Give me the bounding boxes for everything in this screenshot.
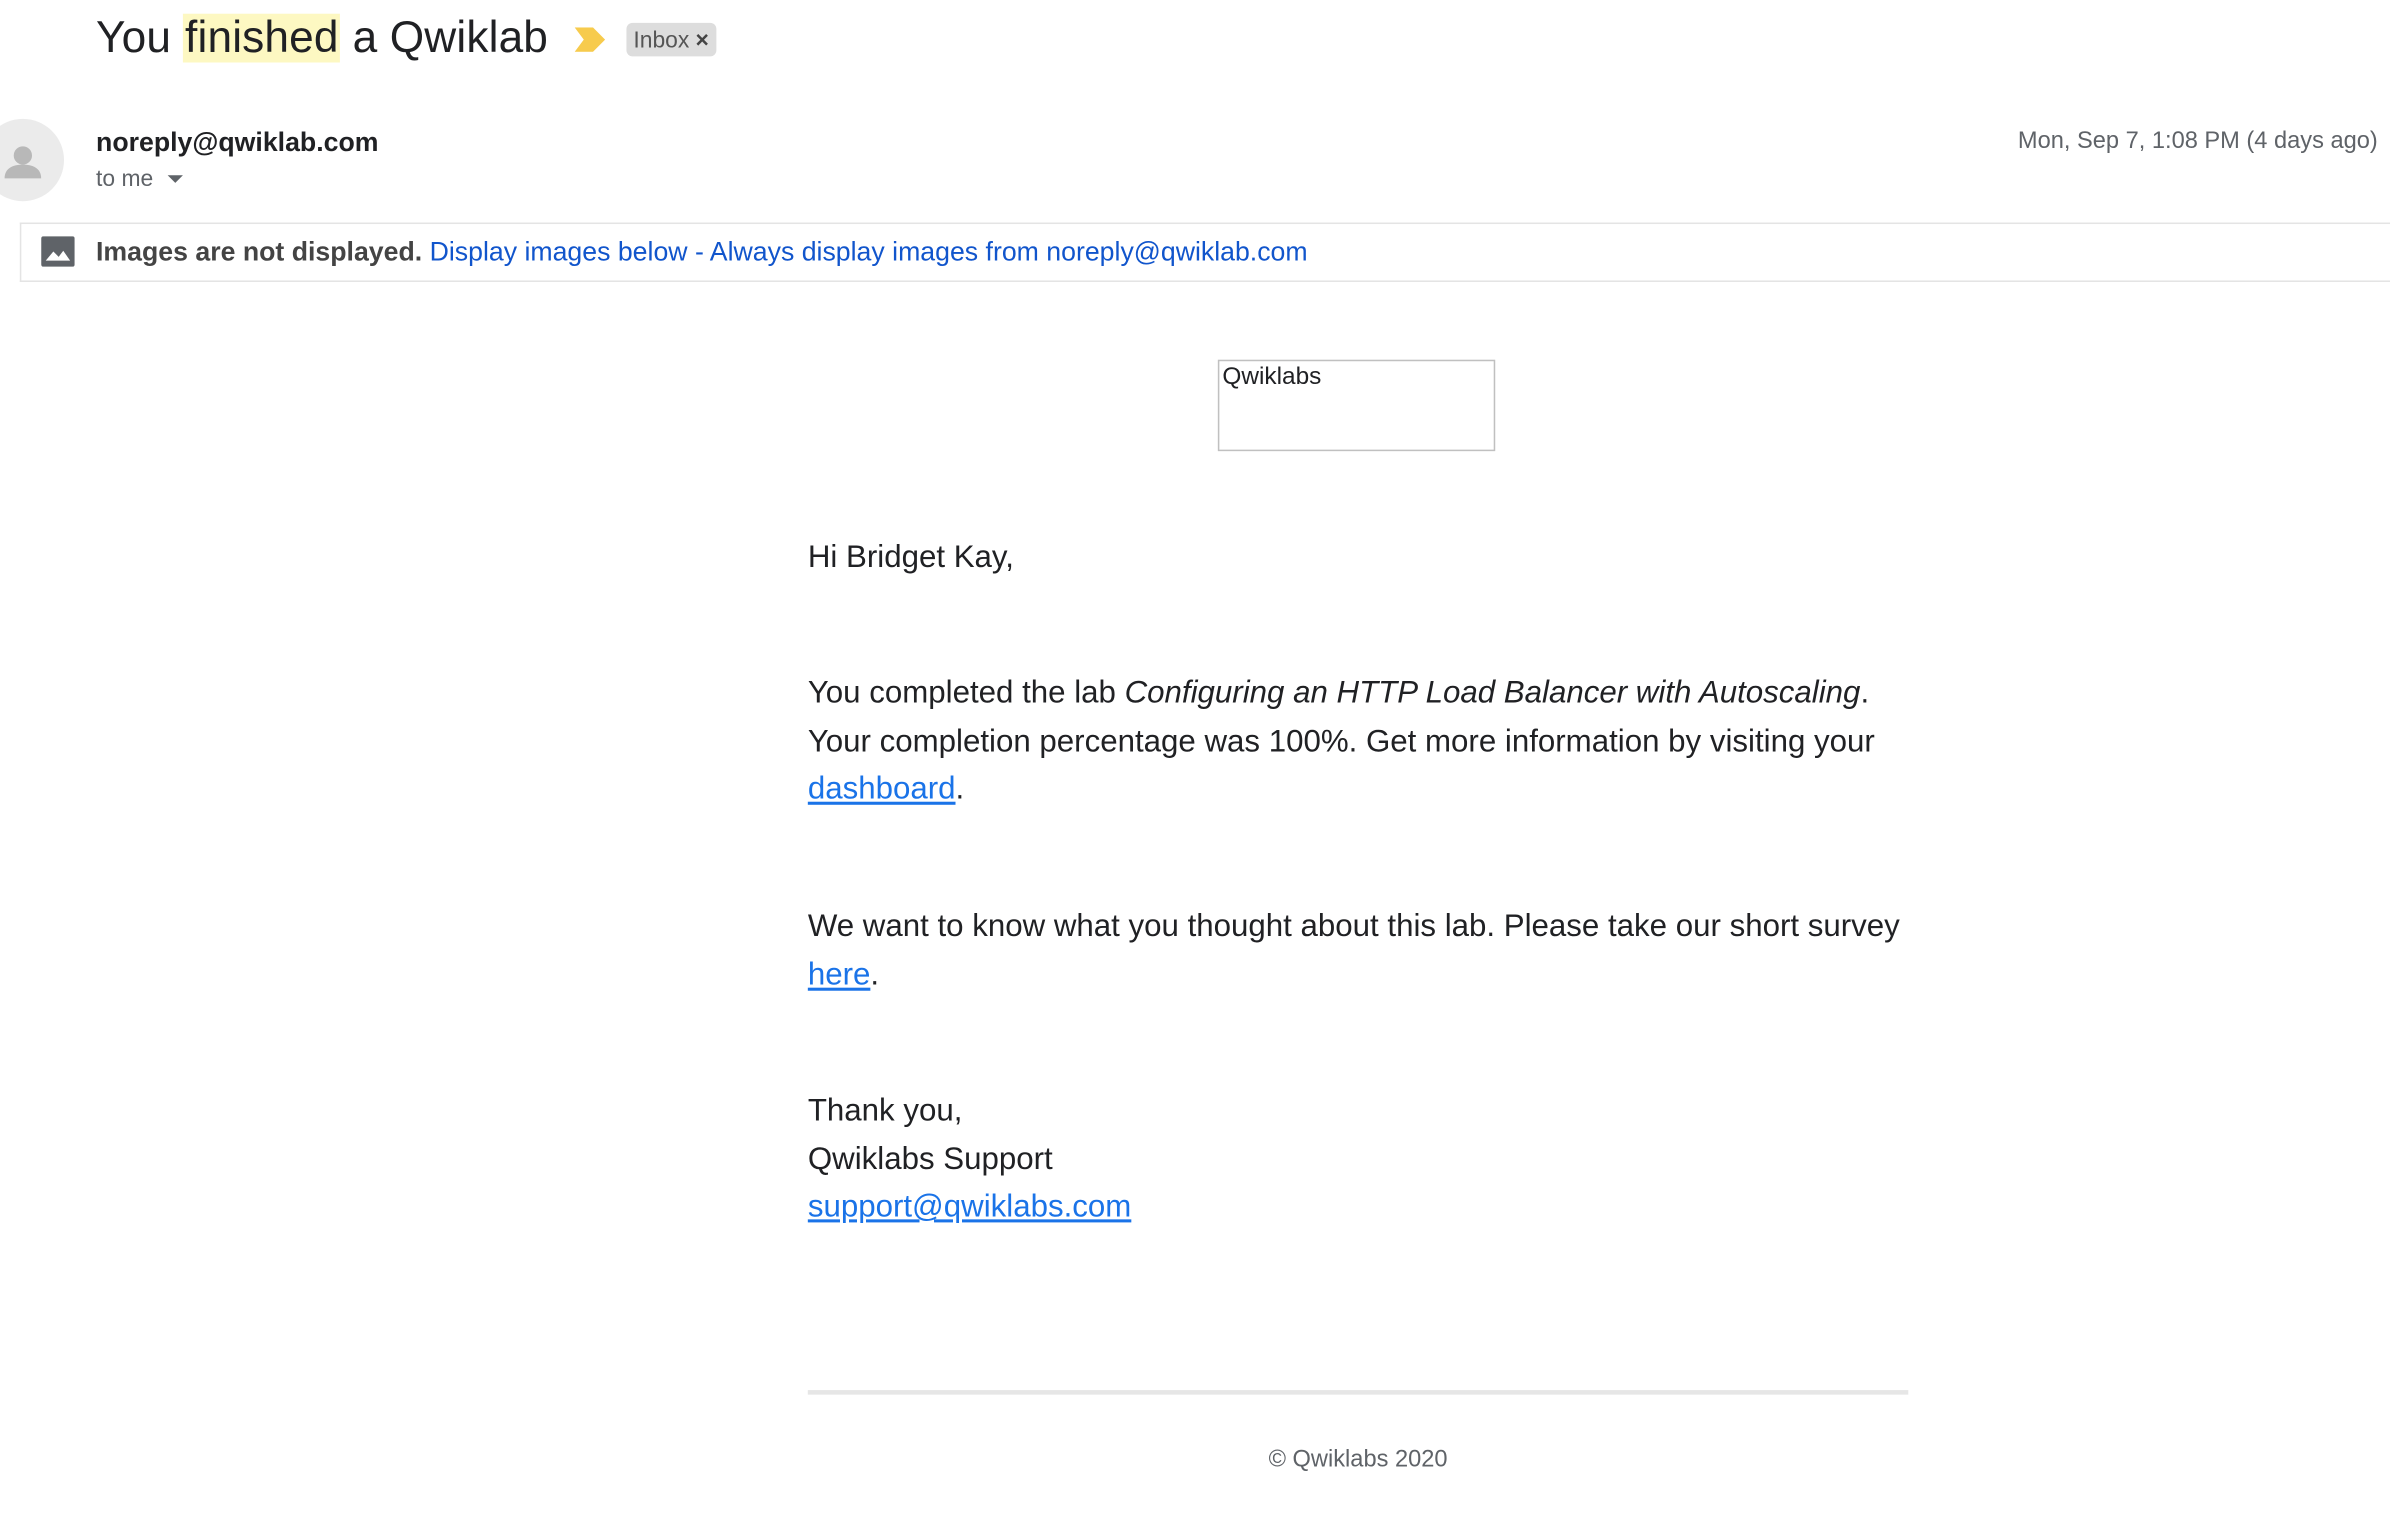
qwiklabs-logo-placeholder: Qwiklabs [1217,359,1496,452]
display-images-below-link[interactable]: Display images below [430,236,688,266]
survey-paragraph: We want to know what you thought about t… [808,902,1908,998]
inbox-label-text: Inbox [633,26,690,53]
remove-label-button[interactable]: × [695,27,708,53]
images-bar-message: Images are not displayed. Display images… [96,236,1308,268]
thanks-text: Thank you, [807,1092,963,1128]
signature-name: Qwiklabs Support [807,1140,1053,1176]
completion-text-start: You completed the lab [807,675,1125,711]
copyright-footer: © Qwiklabs 2020 [1268,1446,1448,1473]
sender-email[interactable]: noreply@qwiklab.com [96,127,378,159]
person-avatar-icon[interactable] [0,118,65,202]
survey-text-end: . [870,956,880,992]
subject-text-after: a Qwiklab [340,12,549,62]
always-display-images-link[interactable]: Always display images from noreply@qwikl… [710,236,1308,266]
survey-link[interactable]: here [808,956,871,991]
email-subject: You finished a Qwiklab [96,12,549,63]
recipient-label: to me [96,166,154,193]
footer-divider [807,1390,1909,1395]
completion-text-end: . [955,771,965,807]
inbox-label-chip: Inbox × [625,22,717,57]
subject-row: You finished a Qwiklab Inbox × [96,9,717,67]
email-view: You finished a Qwiklab Inbox × noreply@q… [0,0,2390,1517]
chevron-down-icon[interactable] [166,175,183,183]
importance-marker-icon[interactable] [573,27,605,52]
link-separator: - [687,236,710,267]
images-notice: Images are not displayed. [96,236,423,267]
image-icon [41,236,75,267]
search-highlight: finished [183,12,341,62]
subject-text-before: You [96,12,184,62]
signature-block: Thank you, Qwiklabs Support support@qwikla… [808,1087,1908,1231]
greeting: Hi Bridget Kay, [807,539,1014,575]
email-date: Mon, Sep 7, 1:08 PM (4 days ago) [2017,128,2378,154]
support-email-link[interactable]: support@qwiklabs.com [808,1189,1131,1224]
images-blocked-bar: Images are not displayed. Display images… [19,222,2390,282]
survey-text-start: We want to know what you thought about t… [807,908,1900,944]
recipient-details-toggle[interactable]: to me [96,166,183,193]
dashboard-link[interactable]: dashboard [808,771,956,806]
completion-paragraph: You completed the lab Configuring an HTT… [808,669,1908,813]
lab-name: Configuring an HTTP Load Balancer with A… [1124,675,1861,711]
